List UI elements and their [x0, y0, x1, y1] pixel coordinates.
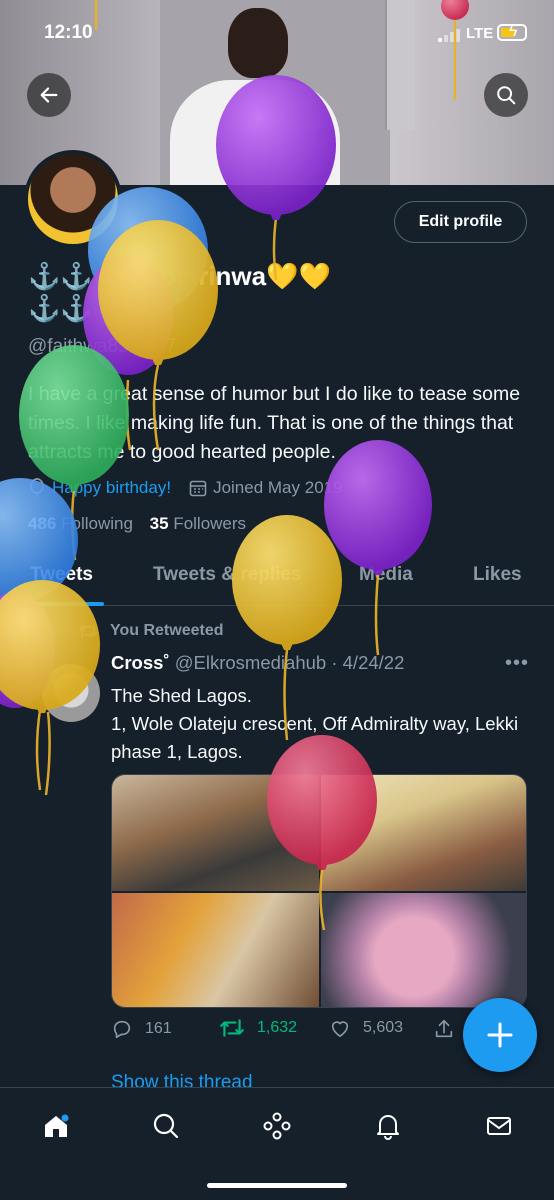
tweet-author-avatar[interactable] [42, 664, 100, 722]
tab-tweets-replies[interactable]: Tweets & replies [153, 564, 302, 586]
tweet-author-name[interactable]: Cross˚ [111, 652, 170, 673]
battery-icon: ϟ [497, 23, 527, 41]
profile-bio: I have a great sense of humor but I do l… [28, 383, 521, 463]
back-arrow-icon [40, 87, 58, 103]
compose-tweet-button[interactable] [463, 998, 537, 1072]
banner-person-body [170, 80, 340, 185]
joined-date: Joined May 2019 [213, 478, 343, 497]
tweet-text: The Shed Lagos. 1, Wole Olateju crescent… [111, 682, 531, 766]
share-icon [435, 1019, 453, 1038]
tweet-more-icon[interactable]: ••• [505, 652, 529, 675]
tweet-author-handle: @Elkrosmediahub [174, 652, 327, 673]
tweet-text-line2: 1, Wole Olateju crescent, Off Admiralty … [111, 713, 519, 762]
status-time: 12:10 [44, 22, 93, 43]
nav-search[interactable] [146, 1106, 186, 1146]
nav-notifications[interactable] [368, 1106, 408, 1146]
network-label: LTE [466, 25, 494, 42]
reply-button[interactable]: 161 [111, 1018, 172, 1040]
profile-handle: @faithwa85 3607 [28, 336, 177, 357]
signal-icon [438, 28, 460, 42]
tweet-photo-3[interactable] [112, 893, 319, 1007]
back-button[interactable] [27, 73, 71, 117]
nav-home[interactable] [36, 1106, 76, 1146]
search-icon [153, 1113, 179, 1139]
search-button[interactable] [484, 73, 528, 117]
followers-label: Followers [173, 514, 247, 533]
tweet-media-grid [111, 774, 527, 1008]
balloon-purple-3 [324, 440, 432, 656]
tweet-actions: 161 1,632 5,603 [111, 1018, 471, 1046]
display-name-line1: ⚓⚓ oal bolarinwa💛💛 [28, 261, 331, 291]
retweet-label: You Retweeted [110, 622, 224, 639]
home-indicator[interactable] [207, 1183, 347, 1188]
retweet-icon [78, 624, 98, 638]
status-bar: 12:10 LTE ϟ [0, 0, 554, 68]
active-tab-indicator [30, 602, 104, 606]
following-count: 486 [28, 514, 57, 533]
tweet-text-line1: The Shed Lagos. [111, 685, 252, 706]
notifications-icon [377, 1115, 399, 1140]
heart-icon [331, 1021, 349, 1037]
edit-profile-button[interactable]: Edit profile [394, 201, 527, 243]
follow-counts: 486 Following 35 Followers [28, 514, 246, 534]
birthday-link[interactable]: Happy birthday! [52, 478, 171, 498]
like-count: 5,603 [363, 1019, 404, 1036]
tweet-date: 4/24/22 [342, 652, 405, 673]
tab-media[interactable]: Media [359, 564, 413, 586]
tab-likes[interactable]: Likes [473, 564, 522, 586]
display-name: ⚓⚓ oal bolarinwa💛💛 ⚓⚓ [28, 260, 508, 324]
tweet-photo-2[interactable] [321, 775, 526, 891]
following-label: Following [61, 514, 133, 533]
profile-avatar[interactable] [24, 150, 122, 248]
nav-spaces[interactable] [257, 1106, 297, 1146]
retweet-icon [220, 1019, 244, 1037]
retweet-context: You Retweeted [78, 622, 224, 640]
spaces-icon [263, 1112, 291, 1140]
search-icon [497, 86, 516, 105]
tab-tweets[interactable]: Tweets [30, 564, 93, 586]
nav-messages[interactable] [479, 1106, 519, 1146]
followers-count: 35 [149, 514, 169, 533]
tweet-header: Cross˚ @Elkrosmediahub · 4/24/22 [111, 652, 405, 673]
plus-icon [487, 1022, 513, 1048]
profile-meta-row: Happy birthday! Joined May 2019 [28, 476, 343, 500]
share-button[interactable] [433, 1018, 455, 1040]
following-link[interactable]: 486 Following [28, 514, 133, 533]
tweet-photo-4[interactable] [321, 893, 526, 1007]
display-name-line2: ⚓⚓ [28, 293, 93, 323]
tweet-photo-1[interactable] [112, 775, 319, 891]
reply-count: 161 [145, 1020, 172, 1037]
balloon-icon [30, 478, 44, 497]
profile-tabs: Tweets Tweets & replies Media Likes [0, 552, 554, 606]
retweet-count: 1,632 [257, 1019, 298, 1036]
followers-link[interactable]: 35 Followers [150, 514, 246, 533]
reply-icon [113, 1020, 131, 1039]
calendar-icon [189, 480, 207, 497]
retweet-button[interactable]: 1,632 [219, 1018, 297, 1038]
like-button[interactable]: 5,603 [329, 1018, 403, 1038]
home-icon [45, 1114, 69, 1137]
messages-icon [487, 1117, 511, 1135]
